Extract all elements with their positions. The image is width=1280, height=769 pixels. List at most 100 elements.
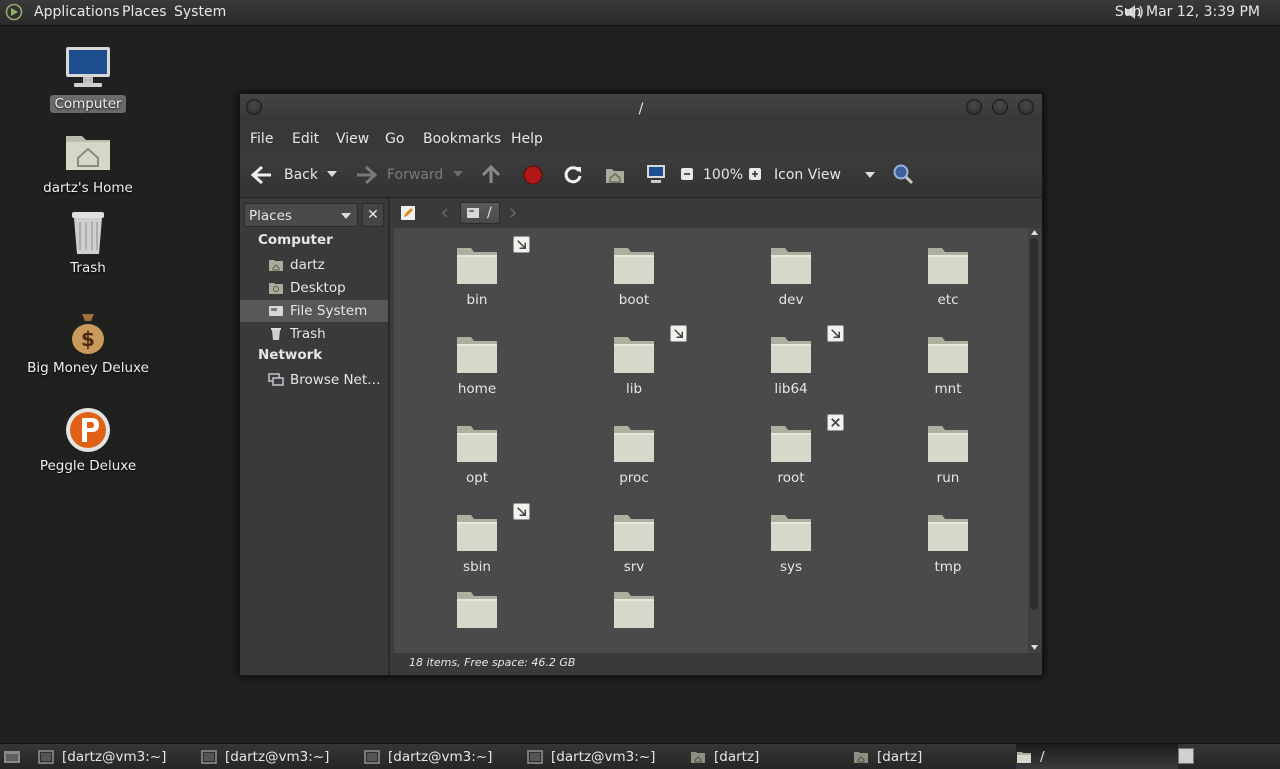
top-panel: Applications Places System Sun Mar 12, 3… [0,0,1280,26]
taskbar-button[interactable]: [dartz@vm3:~] [201,744,351,769]
taskbar-button[interactable]: [dartz] [690,744,840,769]
places-menu[interactable]: Places [122,4,167,20]
close-button[interactable] [1018,99,1034,115]
forward-history-dropdown-icon[interactable] [452,170,464,178]
home-folder-icon [854,751,868,763]
folder-item[interactable]: etc [888,244,1008,308]
edit-location-icon[interactable] [400,205,416,221]
menu-edit[interactable]: Edit [292,131,319,147]
taskbar-button[interactable]: [dartz@vm3:~] [527,744,677,769]
symlink-emblem-icon [513,503,530,520]
computer-icon[interactable] [645,163,667,185]
sidebar-item-trash[interactable]: Trash [240,323,388,345]
menu-view[interactable]: View [336,131,369,147]
scrollbar-thumb[interactable] [1030,238,1038,610]
svg-text:$: $ [81,327,95,351]
folder-name: mnt [934,381,962,397]
view-mode-select[interactable]: Icon View [774,167,876,183]
icon-view[interactable]: bin boot dev etc home lib lib64 mnt opt proc root r… [394,228,1028,653]
reload-icon[interactable] [562,163,584,185]
sidebar-type-select[interactable]: Places [244,203,358,227]
workspace-switcher[interactable] [1178,748,1194,764]
folder-item[interactable]: sys [731,511,851,575]
up-arrow-icon[interactable] [480,163,502,185]
menu-bookmarks[interactable]: Bookmarks [423,131,501,147]
zoom-level[interactable]: 100% [703,167,743,183]
sidebar-item-dartz[interactable]: dartz [240,254,388,276]
desktop-icon-home[interactable]: dartz's Home [18,128,158,197]
back-history-dropdown-icon[interactable] [326,170,338,178]
folder-item[interactable]: sbin [417,503,537,575]
folder-icon [771,426,811,462]
folder-item[interactable]: lib64 [731,325,851,397]
menubar: File Edit View Go Bookmarks Help [240,125,1042,153]
desktop-icon-computer[interactable]: Computer [18,44,158,113]
menu-file[interactable]: File [250,131,273,147]
vertical-scrollbar[interactable] [1028,228,1041,653]
clock[interactable]: Sun Mar 12, 3:39 PM [1115,4,1260,20]
folder-item[interactable]: dev [731,244,851,308]
maximize-button[interactable] [992,99,1008,115]
desktop-icon-big-money[interactable]: $ Big Money Deluxe [18,308,158,377]
taskbar-button[interactable]: [dartz@vm3:~] [364,744,514,769]
status-text: 18 items, Free space: 46.2 GB [409,656,576,669]
scroll-down-icon[interactable] [1030,644,1039,652]
stop-icon[interactable] [522,164,544,186]
applications-menu[interactable]: Applications [34,4,120,20]
scroll-up-icon[interactable] [1030,228,1039,236]
folder-item[interactable]: srv [574,511,694,575]
folder-item[interactable]: bin [417,236,537,308]
forward-button[interactable]: Forward [354,164,443,186]
folder-name: bin [466,292,488,308]
desktop-icon-peggle[interactable]: Peggle Deluxe [18,406,158,475]
terminal-icon [38,749,54,764]
location-bar: / [390,198,1042,228]
zoom-out-icon[interactable] [680,167,694,181]
symlink-emblem-icon [670,325,687,342]
folder-item[interactable]: mnt [888,333,1008,397]
sidebar-close-button[interactable]: ✕ [362,203,384,227]
search-icon[interactable] [892,163,914,185]
folder-item[interactable] [574,588,694,636]
back-arrow-icon [250,165,271,185]
path-scroll-left-icon[interactable] [441,208,449,218]
show-desktop-icon[interactable] [3,749,21,764]
folder-item[interactable]: proc [574,422,694,486]
folder-icon [614,515,654,551]
taskbar-button[interactable]: [dartz@vm3:~] [38,744,188,769]
distro-logo-icon[interactable] [5,3,23,21]
sidebar-type-label: Places [249,208,292,224]
folder-item[interactable] [417,588,537,636]
folder-item[interactable]: root [731,414,851,486]
home-icon [269,260,283,271]
taskbar-button[interactable]: / [1016,744,1178,769]
folder-icon [928,248,968,284]
minimize-button[interactable] [966,99,982,115]
taskbar-button[interactable]: [dartz] [853,744,1003,769]
desktop-icon-trash[interactable]: Trash [18,208,158,277]
system-menu[interactable]: System [174,4,226,20]
folder-item[interactable]: run [888,422,1008,486]
sidebar-heading-network: Network [258,347,323,363]
folder-item[interactable]: lib [574,325,694,397]
menu-help[interactable]: Help [511,131,543,147]
folder-item[interactable]: boot [574,244,694,308]
path-scroll-right-icon[interactable] [509,208,517,218]
taskbar-label: [dartz] [877,748,923,765]
home-folder-icon [66,136,110,170]
home-icon[interactable] [604,165,626,185]
back-button[interactable]: Back [250,164,318,186]
titlebar[interactable]: / [240,94,1042,124]
path-button-root[interactable]: / [460,202,500,224]
sidebar-heading-computer: Computer [258,232,333,248]
sidebar-item-desktop[interactable]: Desktop [240,277,388,299]
folder-item[interactable]: home [417,333,537,397]
folder-name: sys [779,559,803,575]
menu-go[interactable]: Go [385,131,404,147]
sidebar-item-label: Desktop [290,280,346,296]
sidebar-item-browse-network[interactable]: Browse Net… [240,369,388,391]
sidebar-item-file-system[interactable]: File System [240,300,388,322]
folder-item[interactable]: tmp [888,511,1008,575]
folder-item[interactable]: opt [417,422,537,486]
zoom-in-icon[interactable] [748,167,762,181]
